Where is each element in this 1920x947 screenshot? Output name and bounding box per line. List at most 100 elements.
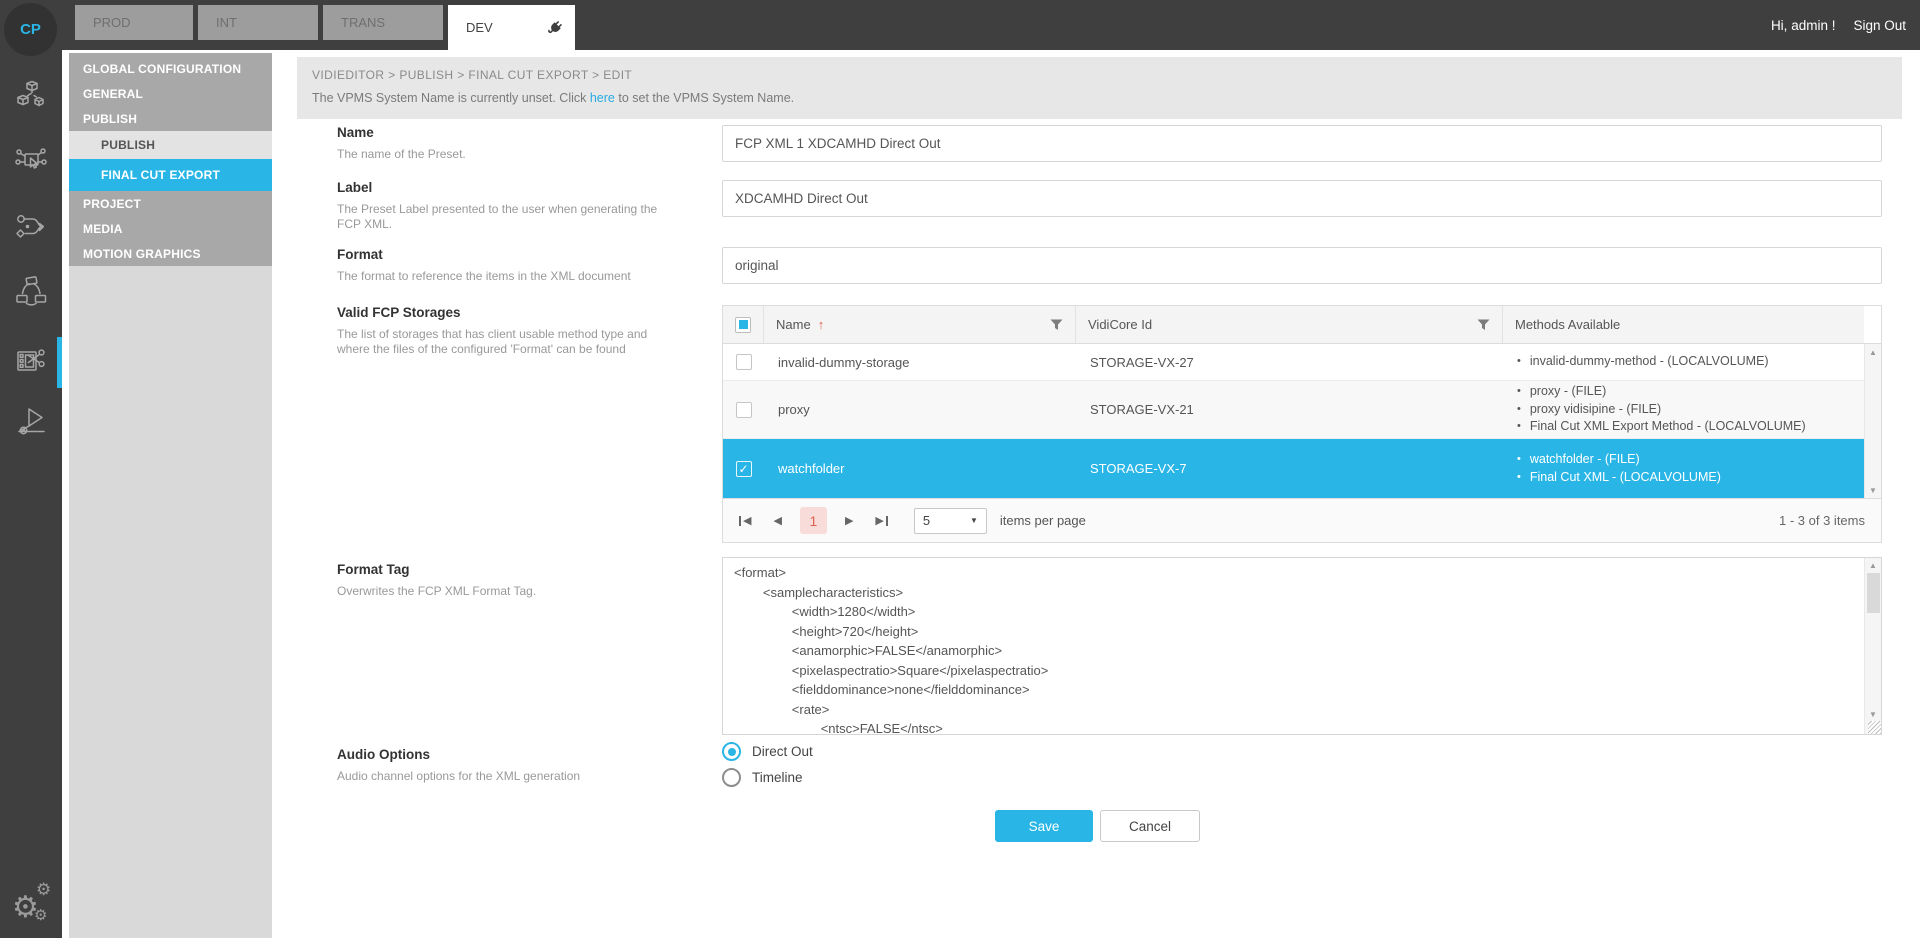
format-tag-label: Format Tag	[337, 562, 672, 577]
storage-vidicore-id: STORAGE-VX-7	[1076, 439, 1503, 498]
workflow-icon[interactable]	[14, 210, 48, 244]
storage-name: watchfolder	[764, 439, 1076, 498]
video-editor-icon[interactable]	[14, 344, 48, 378]
scroll-down-icon[interactable]: ▼	[1865, 486, 1881, 495]
pager-range-label: 1 - 3 of 3 items	[1779, 513, 1865, 528]
storage-vidicore-id: STORAGE-VX-27	[1076, 344, 1503, 380]
select-all-cell	[723, 306, 764, 343]
label-desc: The Preset Label presented to the user w…	[337, 202, 672, 232]
select-arrow-icon: ▼	[970, 516, 978, 525]
name-field-group: Name The name of the Preset.	[337, 125, 672, 162]
app-rail: ⚙ ⚙ ⚙	[0, 50, 62, 938]
table-row[interactable]: proxy STORAGE-VX-21 •proxy - (FILE) •pro…	[723, 381, 1864, 439]
pager-last-button[interactable]: ▶	[875, 514, 887, 527]
column-header-vidicore-id[interactable]: VidiCore Id	[1076, 306, 1503, 343]
breadcrumb: VIDIEDITOR > PUBLISH > FINAL CUT EXPORT …	[297, 57, 1902, 82]
tab-prod[interactable]: PROD	[75, 5, 193, 40]
format-tag-field-group: Format Tag Overwrites the FCP XML Format…	[337, 562, 672, 599]
format-tag-desc: Overwrites the FCP XML Format Tag.	[337, 584, 672, 599]
storages-field-group: Valid FCP Storages The list of storages …	[337, 305, 672, 357]
radio-unselected-icon[interactable]	[722, 768, 741, 787]
format-field-group: Format The format to reference the items…	[337, 247, 672, 284]
environment-tabs: PROD INT TRANS DEV	[75, 5, 575, 50]
items-per-page-label: items per page	[1000, 513, 1086, 528]
format-tag-content[interactable]: <format> <samplecharacteristics> <width>…	[723, 558, 1881, 735]
audio-options-desc: Audio channel options for the XML genera…	[337, 769, 672, 784]
method-item: •proxy vidisipine - (FILE)	[1517, 401, 1661, 419]
radio-selected-icon[interactable]	[722, 742, 741, 761]
audio-option-direct-out[interactable]: Direct Out	[722, 742, 813, 761]
sidebar-item-project[interactable]: PROJECT	[69, 191, 272, 216]
config-sidebar: GLOBAL CONFIGURATION GENERAL PUBLISH PUB…	[69, 53, 272, 938]
name-input[interactable]	[722, 125, 1882, 162]
config-menu: GLOBAL CONFIGURATION GENERAL PUBLISH PUB…	[69, 53, 272, 266]
grid-scrollbar[interactable]: ▲ ▼	[1864, 344, 1881, 499]
sidebar-item-motion-graphics[interactable]: MOTION GRAPHICS	[69, 241, 272, 266]
filter-icon-vidicore-id[interactable]	[1477, 319, 1490, 331]
tab-trans[interactable]: TRANS	[323, 5, 443, 40]
name-label: Name	[337, 125, 672, 140]
sidebar-item-final-cut-export[interactable]: FINAL CUT EXPORT	[69, 159, 272, 191]
editor-scrollbar[interactable]: ▲ ▼	[1864, 558, 1881, 734]
filter-icon-name[interactable]	[1050, 319, 1063, 331]
vpms-notice: The VPMS System Name is currently unset.…	[297, 82, 1902, 105]
tab-dev[interactable]: DEV	[448, 5, 575, 50]
column-header-methods[interactable]: Methods Available	[1503, 306, 1864, 343]
storage-name: invalid-dummy-storage	[764, 344, 1076, 380]
collaboration-icon[interactable]	[14, 274, 48, 308]
audio-options-field-group: Audio Options Audio channel options for …	[337, 747, 672, 784]
format-label: Format	[337, 247, 672, 262]
storage-name: proxy	[764, 381, 1076, 438]
tab-int[interactable]: INT	[198, 5, 318, 40]
save-button[interactable]: Save	[995, 810, 1093, 842]
grid-body: invalid-dummy-storage STORAGE-VX-27 •inv…	[723, 344, 1881, 499]
app-logo[interactable]: CP	[4, 3, 57, 56]
scroll-up-icon[interactable]: ▲	[1865, 348, 1881, 357]
scrollbar-thumb[interactable]	[1867, 573, 1880, 613]
design-tools-icon[interactable]	[14, 405, 48, 439]
scroll-up-icon[interactable]: ▲	[1865, 561, 1881, 570]
method-item: •proxy - (FILE)	[1517, 383, 1606, 401]
format-tag-editor[interactable]: <format> <samplecharacteristics> <width>…	[722, 557, 1882, 735]
sidebar-item-publish[interactable]: PUBLISH	[69, 106, 272, 131]
label-input[interactable]	[722, 180, 1882, 217]
format-desc: The format to reference the items in the…	[337, 269, 672, 284]
storages-grid: Name ↑ VidiCore Id Methods Available inv…	[722, 305, 1882, 499]
info-panel: VIDIEDITOR > PUBLISH > FINAL CUT EXPORT …	[297, 57, 1902, 119]
pager-prev-button[interactable]: ◀	[773, 514, 781, 527]
row-checkbox[interactable]	[736, 402, 752, 418]
select-all-checkbox[interactable]	[735, 317, 751, 333]
row-checkbox[interactable]	[736, 354, 752, 370]
modules-icon[interactable]	[14, 79, 48, 113]
grid-pager: ◀ ◀ 1 ▶ ▶ 5 ▼ items per page 1 - 3 of 3 …	[722, 498, 1882, 543]
label-field-group: Label The Preset Label presented to the …	[337, 180, 672, 232]
table-row-selected[interactable]: ✓ watchfolder STORAGE-VX-7 •watchfolder …	[723, 439, 1864, 499]
page-size-select[interactable]: 5 ▼	[914, 508, 987, 534]
user-greeting: Hi, admin !	[1771, 18, 1836, 33]
sign-out-link[interactable]: Sign Out	[1853, 18, 1906, 33]
settings-gears-icon[interactable]: ⚙ ⚙ ⚙	[6, 880, 58, 932]
pager-current-page[interactable]: 1	[800, 507, 827, 534]
sidebar-item-global-configuration[interactable]: GLOBAL CONFIGURATION	[69, 56, 272, 81]
sidebar-item-media[interactable]: MEDIA	[69, 216, 272, 241]
vpms-here-link[interactable]: here	[590, 91, 615, 105]
plug-icon	[547, 20, 563, 36]
sidebar-item-general[interactable]: GENERAL	[69, 81, 272, 106]
row-checkbox-checked[interactable]: ✓	[736, 461, 752, 477]
top-bar: PROD INT TRANS DEV Hi, admin ! Sign Out	[0, 0, 1920, 50]
device-config-icon[interactable]	[14, 144, 48, 178]
column-header-name[interactable]: Name ↑	[764, 306, 1076, 343]
resize-grip[interactable]	[1868, 721, 1881, 734]
cancel-button[interactable]: Cancel	[1100, 810, 1200, 842]
audio-options-label: Audio Options	[337, 747, 672, 762]
label-label: Label	[337, 180, 672, 195]
sidebar-item-publish-sub[interactable]: PUBLISH	[69, 131, 272, 159]
audio-option-timeline[interactable]: Timeline	[722, 768, 803, 787]
pager-next-button[interactable]: ▶	[845, 514, 853, 527]
table-row[interactable]: invalid-dummy-storage STORAGE-VX-27 •inv…	[723, 344, 1864, 381]
pager-first-button[interactable]: ◀	[739, 514, 751, 527]
format-input[interactable]	[722, 247, 1882, 284]
storages-label: Valid FCP Storages	[337, 305, 672, 320]
active-rail-indicator	[57, 337, 62, 388]
scroll-down-icon[interactable]: ▼	[1865, 710, 1881, 719]
